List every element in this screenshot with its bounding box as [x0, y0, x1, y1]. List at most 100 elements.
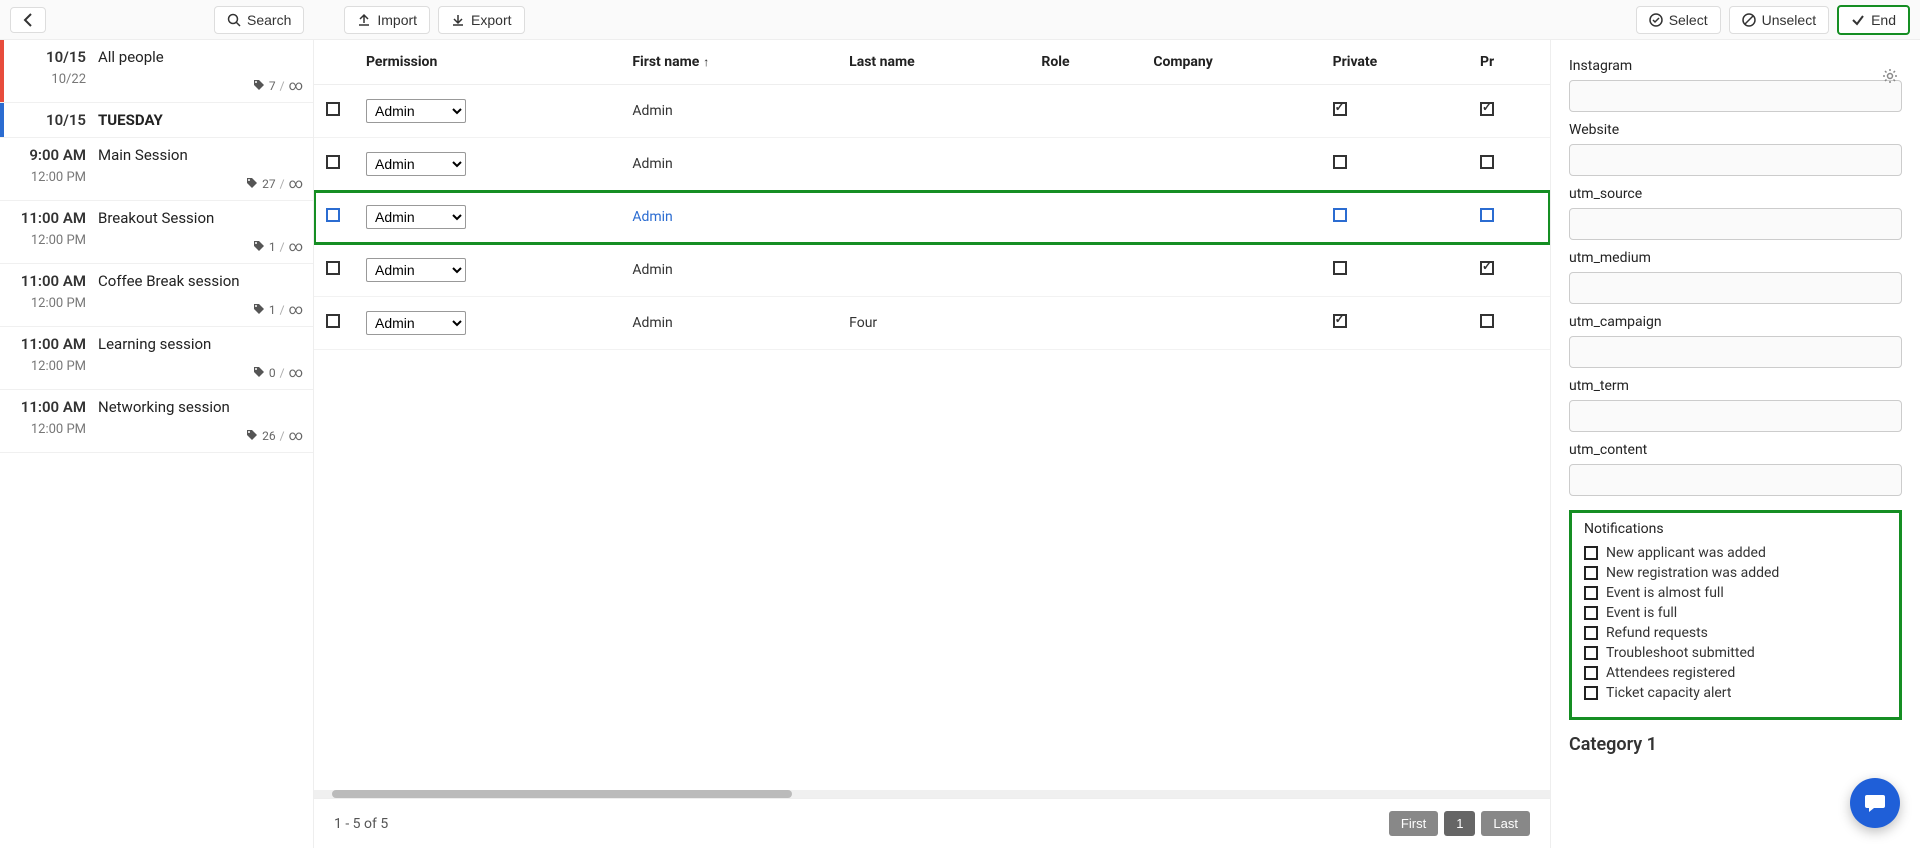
pr2-checkbox[interactable]	[1480, 314, 1494, 328]
notification-checkbox[interactable]	[1584, 606, 1598, 620]
cell-firstname: Admin	[620, 85, 837, 138]
pr2-checkbox[interactable]	[1480, 261, 1494, 275]
notification-label: Event is full	[1606, 605, 1677, 621]
cell-lastname	[837, 85, 1029, 138]
field-input-utm-content[interactable]	[1569, 464, 1902, 496]
permission-select[interactable]: Admin	[366, 99, 466, 123]
notification-checkbox[interactable]	[1584, 586, 1598, 600]
notification-checkbox[interactable]	[1584, 686, 1598, 700]
private-checkbox[interactable]	[1333, 208, 1347, 222]
notification-checkbox[interactable]	[1584, 566, 1598, 580]
field-input-instagram[interactable]	[1569, 80, 1902, 112]
pr2-checkbox[interactable]	[1480, 155, 1494, 169]
pr2-checkbox[interactable]	[1480, 102, 1494, 116]
field-input-utm-campaign[interactable]	[1569, 336, 1902, 368]
table-row[interactable]: AdminAdminFour	[314, 297, 1550, 350]
th-lastname[interactable]: Last name	[837, 40, 1029, 85]
row-checkbox[interactable]	[326, 261, 340, 275]
import-button[interactable]: Import	[344, 6, 430, 34]
select-button[interactable]: Select	[1636, 6, 1721, 34]
row-checkbox[interactable]	[326, 208, 340, 222]
session-title: All people	[98, 48, 303, 66]
field-label-utm-medium: utm_medium	[1569, 250, 1902, 266]
notification-item[interactable]: New applicant was added	[1584, 545, 1887, 561]
notification-item[interactable]: Attendees registered	[1584, 665, 1887, 681]
pager-info: 1 - 5 of 5	[334, 816, 388, 832]
notification-checkbox[interactable]	[1584, 666, 1598, 680]
table-wrap[interactable]: Permission First name↑ Last name Role Co…	[314, 40, 1550, 790]
check-icon	[1851, 13, 1865, 27]
end-button[interactable]: End	[1837, 5, 1910, 35]
sidebar-session-5[interactable]: 11:00 AM12:00 PMLearning session0/∞	[0, 327, 313, 390]
back-button[interactable]	[10, 7, 46, 33]
field-input-utm-term[interactable]	[1569, 400, 1902, 432]
notification-item[interactable]: Event is full	[1584, 605, 1887, 621]
notification-item[interactable]: Troubleshoot submitted	[1584, 645, 1887, 661]
th-role[interactable]: Role	[1029, 40, 1141, 85]
sidebar-session-2[interactable]: 9:00 AM12:00 PMMain Session27/∞	[0, 138, 313, 201]
sidebar-session-6[interactable]: 11:00 AM12:00 PMNetworking session26/∞	[0, 390, 313, 453]
unselect-button[interactable]: Unselect	[1729, 6, 1829, 34]
cell-company	[1141, 85, 1320, 138]
session-start: 10/15	[8, 111, 86, 129]
field-input-utm-source[interactable]	[1569, 208, 1902, 240]
table-row[interactable]: AdminAdmin	[314, 244, 1550, 297]
notification-checkbox[interactable]	[1584, 626, 1598, 640]
private-checkbox[interactable]	[1333, 102, 1347, 116]
session-capacity: ∞	[289, 239, 303, 255]
row-checkbox[interactable]	[326, 155, 340, 169]
sidebar-session-4[interactable]: 11:00 AM12:00 PMCoffee Break session1/∞	[0, 264, 313, 327]
notification-checkbox[interactable]	[1584, 546, 1598, 560]
search-button[interactable]: Search	[214, 6, 304, 34]
horizontal-scrollbar[interactable]	[314, 790, 1550, 798]
center-pane: Permission First name↑ Last name Role Co…	[314, 40, 1550, 848]
field-input-website[interactable]	[1569, 144, 1902, 176]
sidebar-session-1[interactable]: 10/15TUESDAY	[0, 103, 313, 138]
private-checkbox[interactable]	[1333, 261, 1347, 275]
export-label: Export	[471, 12, 511, 28]
permission-select[interactable]: Admin	[366, 152, 466, 176]
permission-select[interactable]: Admin	[366, 311, 466, 335]
permission-select[interactable]: Admin	[366, 258, 466, 282]
private-checkbox[interactable]	[1333, 155, 1347, 169]
sidebar-session-3[interactable]: 11:00 AM12:00 PMBreakout Session1/∞	[0, 201, 313, 264]
notification-item[interactable]: New registration was added	[1584, 565, 1887, 581]
notification-label: Refund requests	[1606, 625, 1708, 641]
table-row[interactable]: AdminAdmin	[314, 138, 1550, 191]
pager-first[interactable]: First	[1389, 811, 1438, 836]
session-times: 10/1510/22	[8, 48, 98, 94]
session-end: 12:00 PM	[8, 296, 86, 311]
pager-page-1[interactable]: 1	[1444, 811, 1475, 836]
notification-item[interactable]: Refund requests	[1584, 625, 1887, 641]
pager-last[interactable]: Last	[1481, 811, 1530, 836]
th-company[interactable]: Company	[1141, 40, 1320, 85]
chat-fab[interactable]	[1850, 778, 1900, 828]
cell-company	[1141, 297, 1320, 350]
th-firstname[interactable]: First name↑	[620, 40, 837, 85]
notification-item[interactable]: Ticket capacity alert	[1584, 685, 1887, 701]
session-title: Coffee Break session	[98, 272, 303, 290]
session-meta: 26/∞	[98, 428, 303, 444]
row-checkbox[interactable]	[326, 314, 340, 328]
session-title: Breakout Session	[98, 209, 303, 227]
permission-select[interactable]: Admin	[366, 205, 466, 229]
export-button[interactable]: Export	[438, 6, 524, 34]
notification-checkbox[interactable]	[1584, 646, 1598, 660]
pr2-checkbox[interactable]	[1480, 208, 1494, 222]
th-pr2[interactable]: Pr	[1468, 40, 1550, 85]
row-checkbox[interactable]	[326, 102, 340, 116]
field-input-utm-medium[interactable]	[1569, 272, 1902, 304]
gear-icon[interactable]	[1882, 68, 1898, 88]
cell-lastname	[837, 138, 1029, 191]
th-private[interactable]: Private	[1321, 40, 1468, 85]
import-label: Import	[377, 12, 417, 28]
table-row[interactable]: AdminAdmin	[314, 191, 1550, 244]
sidebar-session-0[interactable]: 10/1510/22All people7/∞	[0, 40, 313, 103]
tag-icon	[253, 303, 265, 318]
upload-icon	[357, 13, 371, 27]
notifications-box: Notifications New applicant was addedNew…	[1569, 510, 1902, 720]
table-row[interactable]: Admin Admin	[314, 85, 1550, 138]
private-checkbox[interactable]	[1333, 314, 1347, 328]
notification-item[interactable]: Event is almost full	[1584, 585, 1887, 601]
th-permission[interactable]: Permission	[354, 40, 620, 85]
